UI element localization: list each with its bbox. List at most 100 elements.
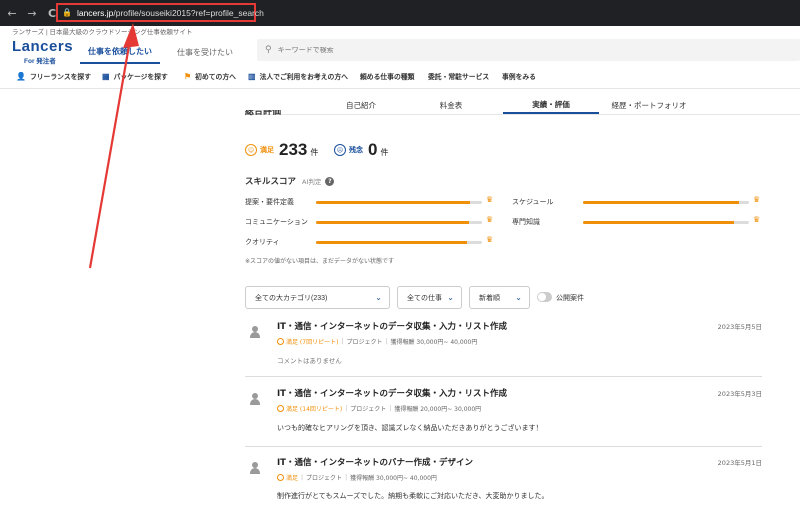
url-path: /profile/souseiki2015?ref=profile_search bbox=[113, 7, 264, 18]
client-avatar-icon bbox=[249, 326, 261, 338]
tab-price-list[interactable]: 料金表 bbox=[420, 96, 482, 114]
work-date: 2023年5月1日 bbox=[717, 459, 762, 467]
sort-value: 新着順 bbox=[479, 294, 500, 302]
nav-outsourcing[interactable]: 委託・常駐サービス bbox=[428, 71, 489, 81]
work-type: プロジェクト bbox=[346, 339, 383, 346]
search-input[interactable] bbox=[277, 46, 578, 54]
url-host: lancers.jp bbox=[76, 7, 114, 18]
skill-label: クオリティ bbox=[245, 238, 280, 246]
work-meta: 満足 (14回リピート) | プロジェクト | 獲得報酬 20,000円~ 30,0… bbox=[277, 404, 481, 413]
flag-icon: ⚑ bbox=[184, 71, 192, 81]
work-history-item[interactable]: IT・通信・インターネットのデータ収集・入力・リスト作成 2023年5月5日 満… bbox=[245, 320, 762, 368]
crown-icon: ♛ bbox=[486, 195, 494, 204]
skill-score-bar bbox=[316, 221, 482, 224]
nav-job-types[interactable]: 頼める仕事の種類 bbox=[360, 71, 414, 81]
skill-score-bar bbox=[583, 221, 749, 224]
satisfied-label: 満足 bbox=[260, 146, 274, 154]
rating-text: 満足 bbox=[286, 475, 299, 482]
rating-disappointed: ☹ 残念 0 件 bbox=[334, 140, 388, 160]
skill-score-fill bbox=[583, 221, 734, 224]
skill-score-bar bbox=[316, 241, 482, 244]
nav-label: 頼める仕事の種類 bbox=[360, 74, 415, 81]
nav-case-studies[interactable]: 事例をみる bbox=[502, 71, 536, 81]
smile-icon bbox=[277, 338, 284, 345]
satisfied-badge: 満足 (14回リピート) bbox=[277, 404, 342, 413]
satisfied-badge: 満足 bbox=[277, 473, 298, 482]
skill-score-fill bbox=[316, 221, 469, 224]
rating-satisfied: ☺ 満足 233 件 bbox=[245, 140, 318, 160]
skill-score-bar bbox=[316, 201, 482, 204]
smile-icon bbox=[277, 405, 284, 412]
work-type: プロジェクト bbox=[306, 475, 343, 482]
work-date: 2023年5月3日 bbox=[717, 390, 762, 398]
skill-score-title: スキルスコア AI判定 ? bbox=[245, 175, 335, 187]
skill-label: 専門知識 bbox=[512, 218, 540, 226]
header-divider bbox=[0, 88, 800, 89]
tab-receive-work[interactable]: 仕事を受けたい bbox=[165, 40, 245, 64]
search-icon: ⚲ bbox=[265, 45, 272, 55]
nav-find-freelancer[interactable]: 👤 フリーランスを探す bbox=[16, 71, 92, 82]
public-projects-toggle[interactable] bbox=[537, 292, 552, 302]
work-select[interactable]: 全ての仕事 ⌄ bbox=[397, 286, 462, 309]
nav-label: パッケージを探す bbox=[113, 74, 168, 81]
nav-label: 初めての方へ bbox=[195, 74, 236, 81]
work-meta: 満足 | プロジェクト | 獲得報酬 30,000円~ 40,000円 bbox=[277, 473, 437, 482]
search-box[interactable]: ⚲ bbox=[257, 39, 800, 61]
back-arrow-icon[interactable]: ← bbox=[4, 5, 20, 21]
tab-self-intro[interactable]: 自己紹介 bbox=[330, 96, 392, 114]
work-reward: 獲得報酬 20,000円~ 30,000円 bbox=[394, 406, 482, 413]
help-icon[interactable]: ? bbox=[325, 176, 335, 186]
skill-label: 提案・要件定義 bbox=[245, 198, 294, 206]
lock-icon: 🔒 bbox=[62, 8, 72, 17]
skill-score-note: ※スコアの値がない項目は、まだデータがない状態です bbox=[245, 258, 395, 265]
tab-divider bbox=[245, 114, 800, 115]
nav-label: 委託・常駐サービス bbox=[428, 74, 490, 81]
building-icon: ▥ bbox=[248, 71, 256, 81]
lancers-logo[interactable]: Lancers For 発注者 bbox=[12, 38, 73, 65]
tab-order-work[interactable]: 仕事を依頼したい bbox=[80, 40, 160, 64]
skill-score-fill bbox=[583, 201, 739, 204]
category-value: 全ての大カテゴリ(233) bbox=[255, 294, 328, 302]
work-title[interactable]: IT・通信・インターネットのデータ収集・入力・リスト作成 bbox=[277, 320, 507, 332]
smile-icon: ☺ bbox=[245, 144, 257, 156]
skill-score-bar bbox=[583, 201, 749, 204]
crown-icon: ♛ bbox=[753, 195, 761, 204]
chevron-down-icon: ⌄ bbox=[447, 293, 454, 302]
disappointed-label: 残念 bbox=[349, 146, 363, 154]
category-select[interactable]: 全ての大カテゴリ(233) ⌄ bbox=[245, 286, 390, 309]
nav-find-package[interactable]: ▦ パッケージを探す bbox=[102, 71, 168, 82]
review-comment: コメントはありません bbox=[277, 357, 342, 365]
rating-text: 満足 (7回リピート) bbox=[286, 339, 339, 346]
work-history-item[interactable]: IT・通信・インターネットのバナー作成・デザイン 2023年5月1日 満足 | プ… bbox=[245, 456, 762, 506]
work-type: プロジェクト bbox=[350, 406, 387, 413]
satisfied-badge: 満足 (7回リピート) bbox=[277, 337, 338, 346]
nav-label: 事例をみる bbox=[502, 74, 536, 81]
nav-corporate[interactable]: ▥ 法人でご利用をお考えの方へ bbox=[248, 71, 348, 82]
nav-label: 法人でご利用をお考えの方へ bbox=[259, 74, 348, 81]
chevron-down-icon: ⌄ bbox=[375, 293, 382, 302]
tab-results-reviews[interactable]: 実績・評価 bbox=[503, 96, 599, 114]
sub-navigation: 👤 フリーランスを探す ▦ パッケージを探す ⚑ 初めての方へ ▥ 法人でご利用をお考え… bbox=[0, 66, 800, 86]
work-reward: 獲得報酬 30,000円~ 40,000円 bbox=[390, 339, 478, 346]
nav-label: フリーランスを探す bbox=[29, 74, 92, 81]
skill-label: コミュニケーション bbox=[245, 218, 308, 226]
item-divider bbox=[245, 446, 762, 447]
skill-label: スケジュール bbox=[512, 198, 554, 206]
forward-arrow-icon[interactable]: → bbox=[24, 5, 40, 21]
sort-select[interactable]: 新着順 ⌄ bbox=[469, 286, 530, 309]
person-icon: 👤 bbox=[16, 71, 26, 81]
logo-subtitle: For 発注者 bbox=[24, 58, 56, 65]
site-tagline: ランサーズ | 日本最大級のクラウドソーシング仕事依頼サイト bbox=[12, 29, 193, 36]
url-text: lancers.jp/profile/souseiki2015?ref=prof… bbox=[77, 8, 264, 18]
nav-first-time[interactable]: ⚑ 初めての方へ bbox=[184, 71, 236, 82]
item-divider bbox=[245, 376, 762, 377]
skill-score-fill bbox=[316, 241, 467, 244]
count-unit: 件 bbox=[310, 148, 319, 157]
tab-career-portfolio[interactable]: 経歴・ポートフォリオ bbox=[604, 96, 694, 114]
satisfied-count: 233 bbox=[279, 140, 308, 159]
client-avatar-icon bbox=[249, 462, 261, 474]
work-title[interactable]: IT・通信・インターネットのデータ収集・入力・リスト作成 bbox=[277, 387, 507, 399]
work-history-item[interactable]: IT・通信・インターネットのデータ収集・入力・リスト作成 2023年5月3日 満… bbox=[245, 387, 762, 437]
work-title[interactable]: IT・通信・インターネットのバナー作成・デザイン bbox=[277, 456, 473, 468]
address-bar[interactable]: 🔒 lancers.jp/profile/souseiki2015?ref=pr… bbox=[56, 3, 264, 22]
